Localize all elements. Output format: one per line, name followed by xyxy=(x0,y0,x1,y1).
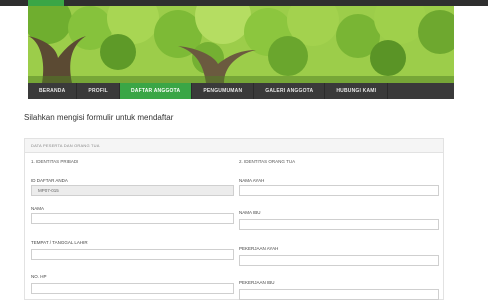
nav-item-hubungi-kami[interactable]: HUBUNGI KAMI xyxy=(325,83,389,99)
ttl-input[interactable] xyxy=(31,249,234,260)
pekerjaan-ibu-input[interactable] xyxy=(239,289,439,300)
section-title-parents: 2. IDENTITAS ORANG TUA xyxy=(239,159,296,164)
nama-ibu-input[interactable] xyxy=(239,219,439,230)
nav-item-pengumuman[interactable]: PENGUMUMAN xyxy=(192,83,255,99)
nama-ayah-label: NAMA AYAH xyxy=(239,178,265,183)
nama-input[interactable] xyxy=(31,213,234,224)
pekerjaan-ayah-input[interactable] xyxy=(239,255,439,266)
page-title: Silahkan mengisi formulir untuk mendafta… xyxy=(24,113,174,122)
nav-item-beranda[interactable]: BERANDA xyxy=(28,83,78,99)
nama-ayah-input[interactable] xyxy=(239,185,439,196)
header-banner-image xyxy=(28,6,454,83)
nama-ibu-label: NAMA IBU xyxy=(239,210,261,215)
main-nav: BERANDA PROFIL DAFTAR ANGGOTA PENGUMUMAN… xyxy=(28,83,454,99)
section-title-personal: 1. IDENTITAS PRIBADI xyxy=(31,159,79,164)
id-field: MP07-015 xyxy=(31,185,234,196)
registration-form: DATA PESERTA DAN ORANG TUA 1. IDENTITAS … xyxy=(24,138,444,300)
nav-item-galeri-anggota[interactable]: GALERI ANGGOTA xyxy=(254,83,326,99)
pekerjaan-ibu-label: PEKERJAAN IBU xyxy=(239,280,275,285)
hp-input[interactable] xyxy=(31,283,234,294)
pekerjaan-ayah-label: PEKERJAAN AYAH xyxy=(239,246,279,251)
hp-label: NO. HP xyxy=(31,274,47,279)
tree-illustration xyxy=(28,6,454,83)
id-label: ID DAFTAR ANDA xyxy=(31,178,68,183)
nama-label: NAMA xyxy=(31,206,45,211)
panel-title: DATA PESERTA DAN ORANG TUA xyxy=(25,139,443,153)
nav-item-profil[interactable]: PROFIL xyxy=(77,83,120,99)
ttl-label: TEMPAT / TANGGAL LAHIR xyxy=(31,240,88,245)
nav-item-daftar-anggota[interactable]: DAFTAR ANGGOTA xyxy=(119,83,193,99)
